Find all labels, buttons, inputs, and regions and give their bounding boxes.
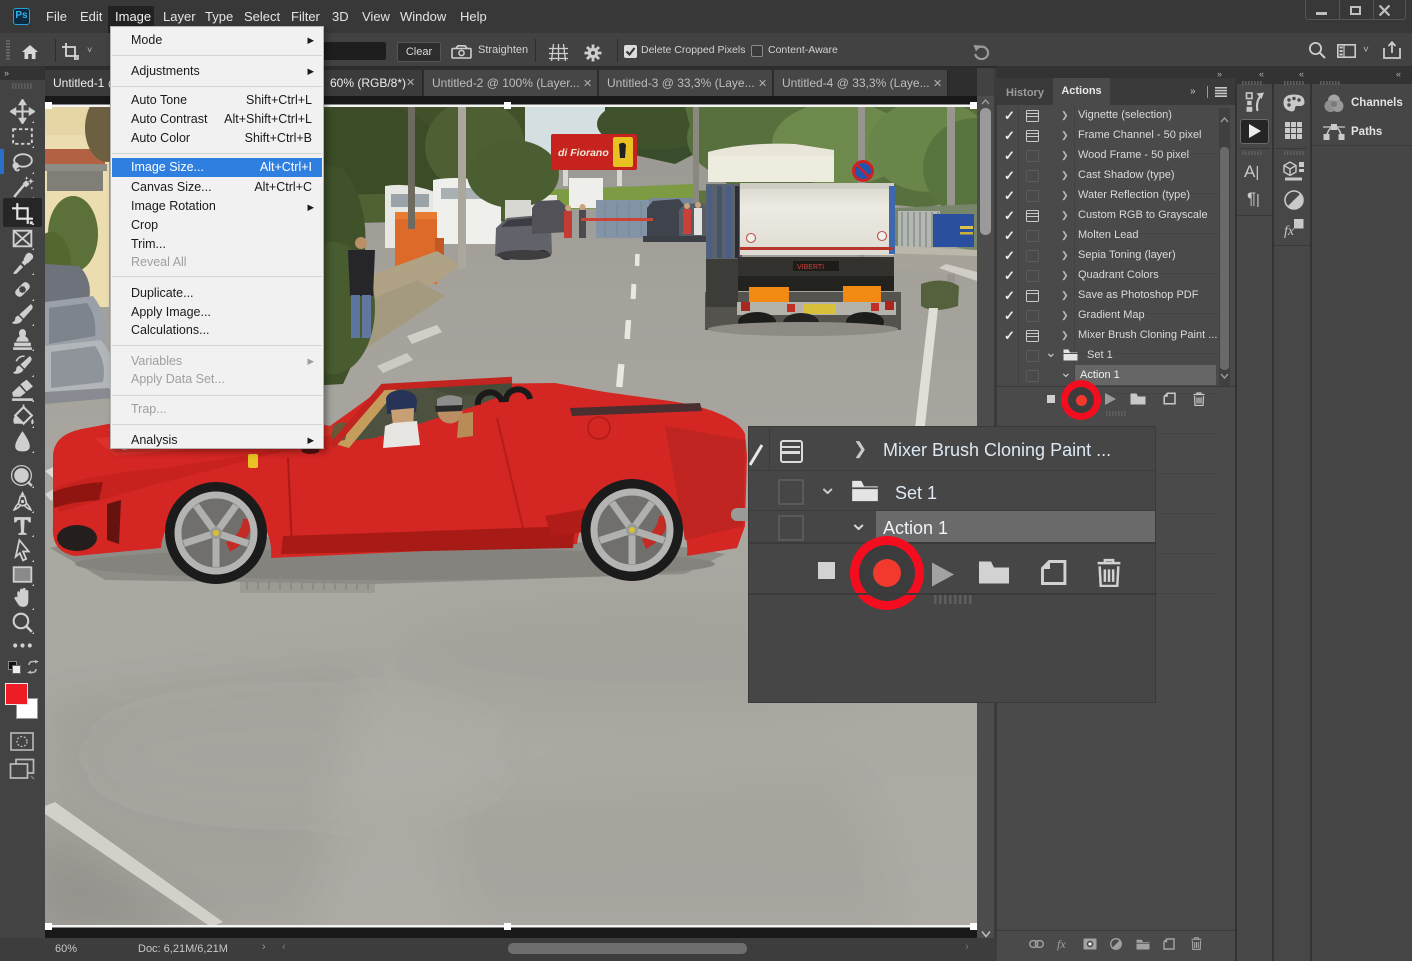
svg-text:di Fiorano: di Fiorano	[558, 147, 609, 159]
svg-text:VIBERTI: VIBERTI	[797, 264, 824, 271]
svg-text:fx: fx	[1284, 224, 1295, 238]
